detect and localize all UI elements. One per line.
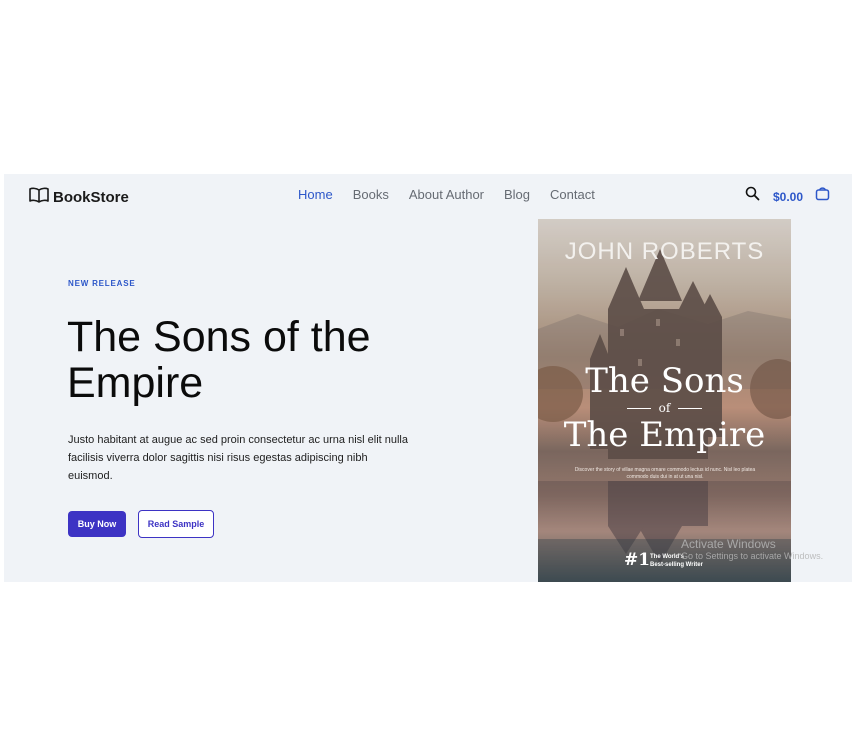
nav-home[interactable]: Home <box>298 187 333 202</box>
logo-text: BookStore <box>53 189 129 206</box>
buy-now-button[interactable]: Buy Now <box>68 511 126 537</box>
logo[interactable]: BookStore <box>29 187 129 208</box>
hero-title: The Sons of the Empire <box>67 313 371 407</box>
hero-description: Justo habitant at augue ac sed proin con… <box>68 434 408 482</box>
cover-author: JOHN ROBERTS <box>564 238 765 265</box>
read-sample-button[interactable]: Read Sample <box>138 510 214 538</box>
cover-title-of: of <box>538 401 791 415</box>
nav-books[interactable]: Books <box>353 187 389 202</box>
new-release-label: NEW RELEASE <box>68 279 136 288</box>
cover-blurb: Discover the story of villae magna ornar… <box>574 467 756 480</box>
shopping-bag-icon[interactable] <box>815 186 830 206</box>
cover-rank: #1 <box>624 550 651 570</box>
rank-text-line2: Best-selling Writer <box>650 562 703 568</box>
cover-title-line2: The Empire <box>563 415 766 455</box>
site: BookStore Home Books About Author Blog C… <box>4 174 852 582</box>
nav-blog[interactable]: Blog <box>504 187 530 202</box>
cover-title-line1: The Sons <box>585 361 744 401</box>
nav-about-author[interactable]: About Author <box>409 187 484 202</box>
activation-watermark: Activate Windows Go to Settings to activ… <box>681 537 823 561</box>
rank-text-line1: The World's <box>650 554 684 560</box>
search-icon[interactable] <box>745 186 760 206</box>
nav-contact[interactable]: Contact <box>550 187 595 202</box>
book-cover: JOHN ROBERTS The Sons of The Empire Disc… <box>538 219 791 582</box>
watermark-title: Activate Windows <box>681 537 776 551</box>
main-nav: Home Books About Author Blog Contact <box>298 187 595 202</box>
open-book-icon <box>29 187 49 208</box>
cart-total[interactable]: $0.00 <box>773 190 803 204</box>
watermark-subtitle: Go to Settings to activate Windows. <box>681 551 824 561</box>
